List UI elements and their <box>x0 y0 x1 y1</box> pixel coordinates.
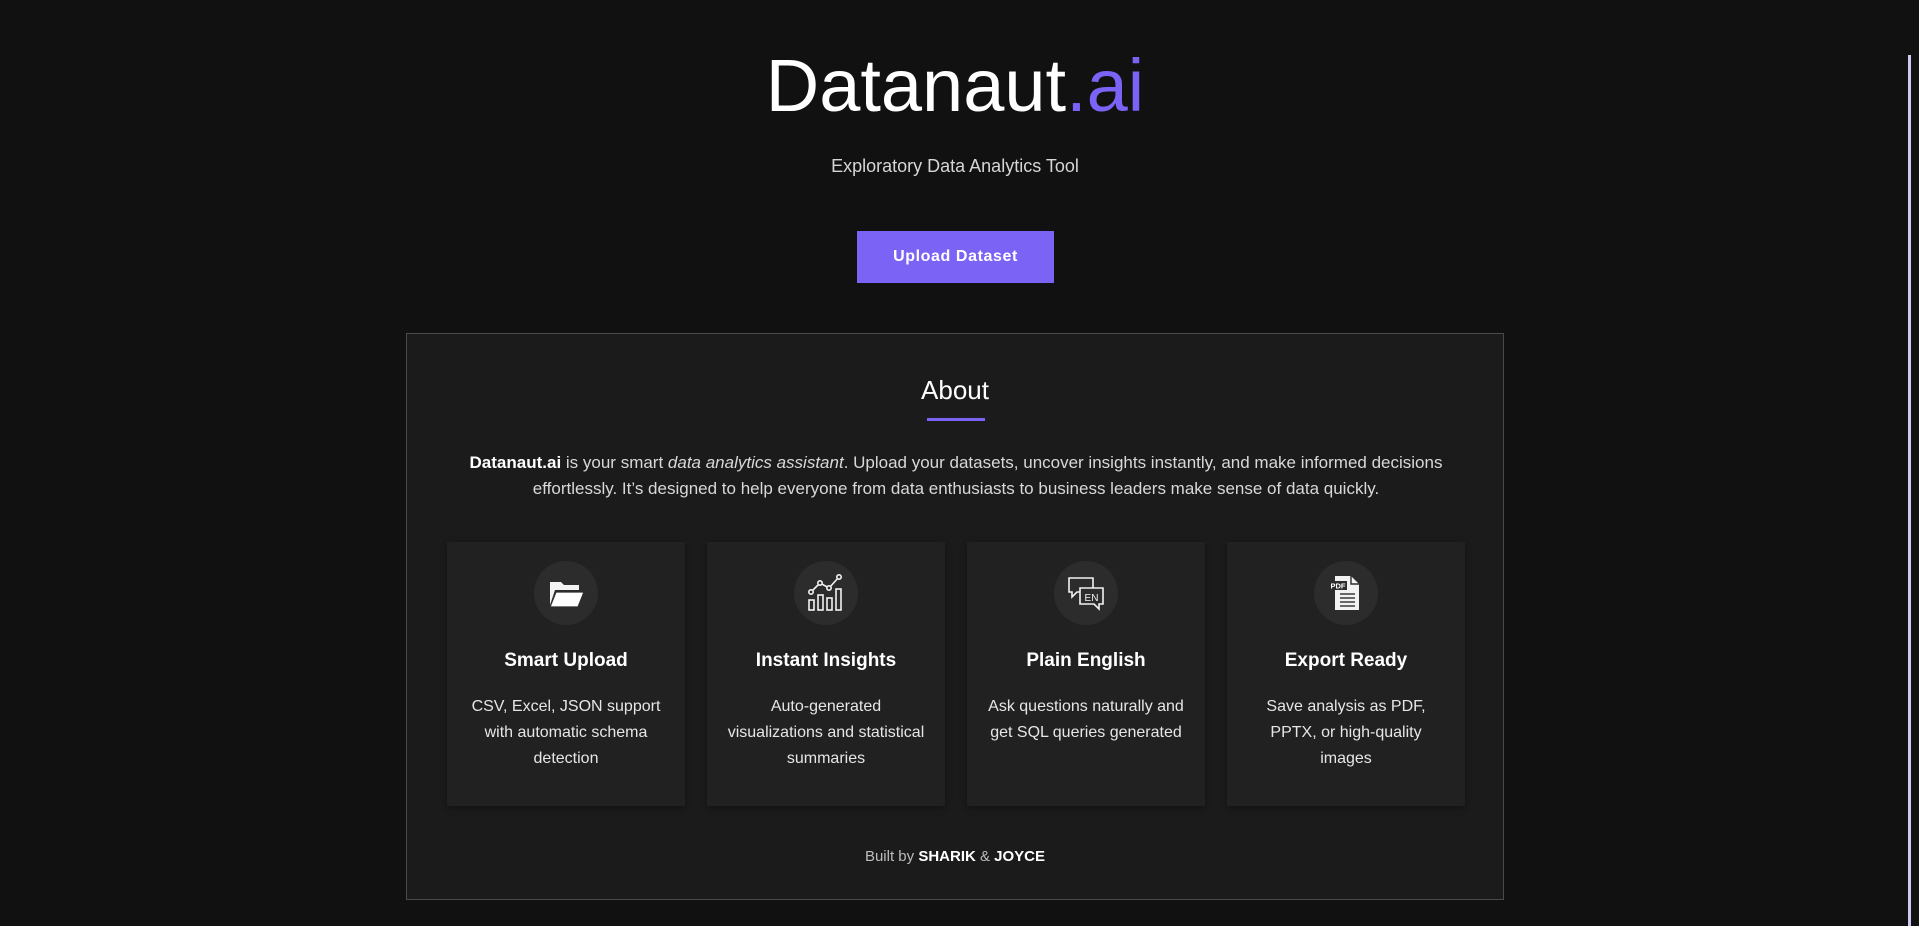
folder-icon <box>534 561 598 625</box>
feature-description: CSV, Excel, JSON support with automatic … <box>471 698 661 767</box>
footer-author-1: SHARIK <box>918 848 976 865</box>
feature-title: Plain English <box>1026 650 1146 671</box>
scrollbar[interactable] <box>1908 55 1911 926</box>
about-title-underline <box>927 418 985 421</box>
chat-en-icon: EN <box>1054 561 1118 625</box>
about-description: Datanaut.ai is your smart data analytics… <box>447 450 1465 502</box>
about-panel: About Datanaut.ai is your smart data ana… <box>406 333 1504 900</box>
pdf-icon: PDF <box>1314 561 1378 625</box>
feature-cards: Smart Upload CSV, Excel, JSON support wi… <box>447 542 1465 806</box>
pdf-icon-label: PDF <box>1331 582 1346 591</box>
feature-description: Ask questions naturally and get SQL quer… <box>988 698 1184 741</box>
logo: Datanaut.ai <box>0 44 1910 128</box>
chart-icon <box>794 561 858 625</box>
footer-prefix: Built by <box>864 848 919 865</box>
feature-title: Export Ready <box>1284 650 1408 671</box>
feature-description: Save analysis as PDF, PPTX, or high-qual… <box>1266 698 1426 767</box>
tagline: Exploratory Data Analytics Tool <box>831 156 1079 176</box>
about-title: About <box>921 375 989 405</box>
about-emphasis: data analytics assistant <box>667 453 844 472</box>
feature-card-smart-upload: Smart Upload CSV, Excel, JSON support wi… <box>447 542 685 806</box>
feature-card-plain-english: EN Plain English Ask questions naturally… <box>967 542 1205 806</box>
page: Datanaut.ai Exploratory Data Analytics T… <box>0 0 1919 926</box>
chat-en-icon-label: EN <box>1085 593 1099 604</box>
about-text-part-1: is your smart <box>561 453 668 472</box>
logo-main: Datanaut <box>765 44 1067 127</box>
logo-accent: .ai <box>1066 44 1145 127</box>
footer-separator: & <box>975 848 995 865</box>
feature-title: Instant Insights <box>755 650 897 671</box>
footer-credits: Built by SHARIK & JOYCE <box>407 848 1503 865</box>
feature-card-export-ready: PDF Export Ready Save analysis as PDF, P… <box>1227 542 1465 806</box>
feature-description: Auto-generated visualizations and statis… <box>727 698 925 767</box>
about-brand: Datanaut.ai <box>469 453 562 472</box>
feature-title: Smart Upload <box>504 650 628 671</box>
footer-author-2: JOYCE <box>994 848 1046 865</box>
feature-card-instant-insights: Instant Insights Auto-generated visualiz… <box>707 542 945 806</box>
upload-dataset-button[interactable]: Upload Dataset <box>857 231 1054 283</box>
